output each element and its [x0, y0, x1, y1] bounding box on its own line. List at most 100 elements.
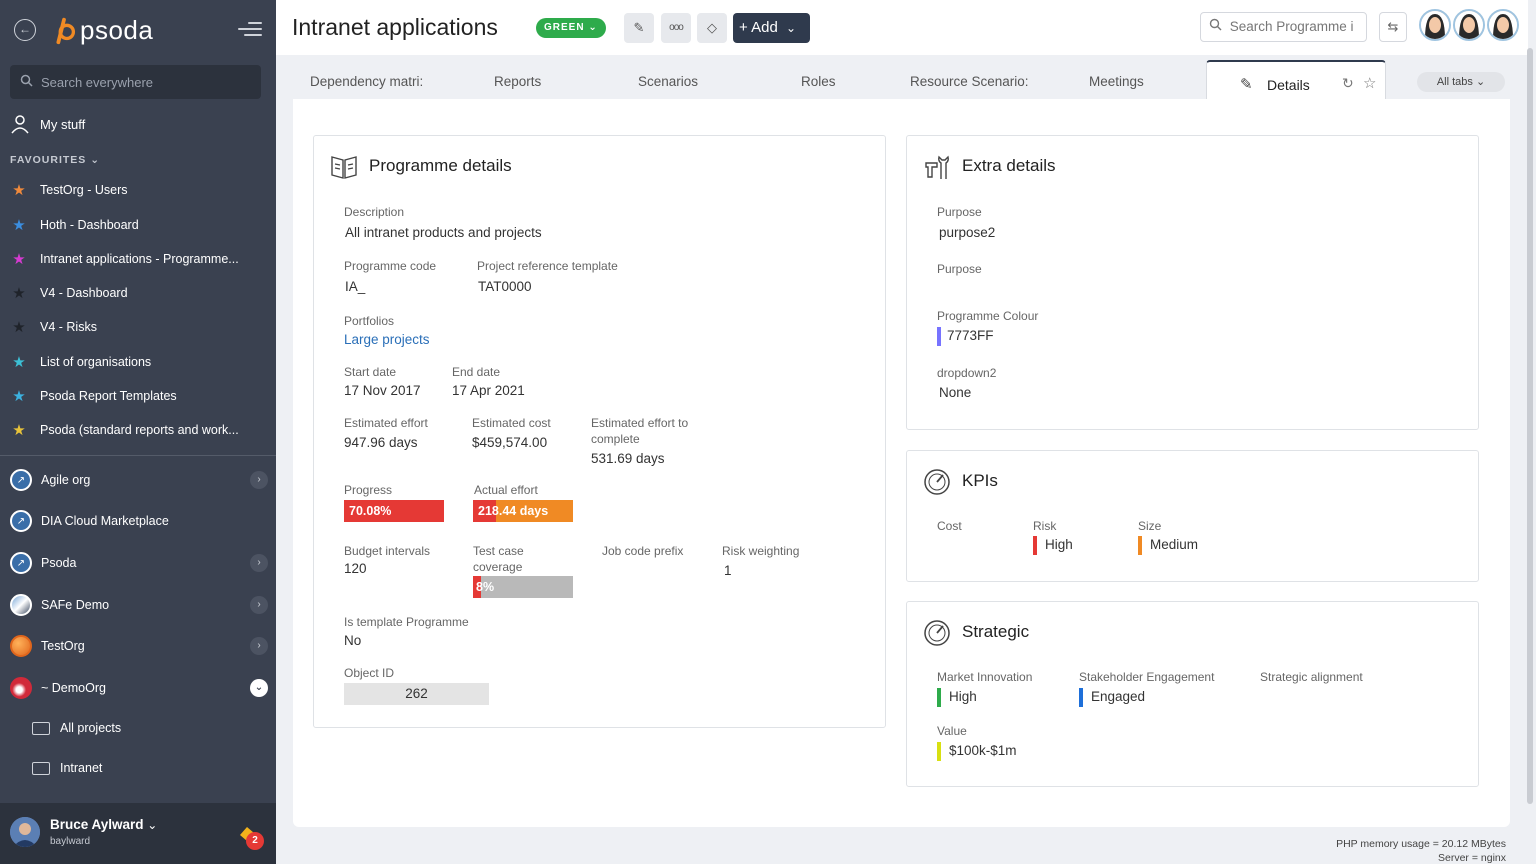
org-logo-icon — [10, 635, 32, 657]
org-item-dia[interactable]: ↗ DIA Cloud Marketplace — [10, 510, 268, 532]
favourite-item[interactable]: ★ List of organisations — [10, 353, 250, 371]
market-color-marker — [937, 688, 941, 707]
tab-scenarios[interactable]: Scenarios — [638, 74, 698, 89]
stakeholder-engagement-value: Engaged — [1079, 688, 1145, 707]
add-button[interactable]: + Add ⌄ — [733, 13, 810, 43]
tab-dependency-matrix[interactable]: Dependency matri: — [310, 74, 423, 89]
job-code-prefix-label: Job code prefix — [602, 544, 684, 558]
star-outline-icon[interactable]: ☆ — [1363, 74, 1376, 92]
chevron-right-icon[interactable]: › — [250, 471, 268, 489]
start-date-value: 17 Nov 2017 — [344, 383, 421, 398]
coverage-label: Test case coverage — [473, 544, 524, 574]
psoda-logo[interactable]: psoda — [50, 12, 153, 48]
pencil-icon: ✎ — [633, 20, 645, 35]
actual-effort-value: 218.44 days — [478, 504, 549, 518]
progress-label: Progress — [344, 483, 393, 497]
star-icon: ★ — [12, 422, 26, 439]
chevron-right-icon[interactable]: › — [250, 554, 268, 572]
programme-details-title: Programme details — [369, 156, 512, 175]
portfolios-label: Portfolios — [344, 314, 395, 328]
programme-details-panel: Programme details Description All intran… — [313, 135, 886, 728]
org-item-psoda[interactable]: ↗ Psoda › — [10, 552, 268, 574]
actual-effort-bar: 218.44 days — [473, 500, 573, 522]
favourite-item[interactable]: ★ Psoda (standard reports and work... — [10, 421, 250, 439]
sidebar-search-input[interactable]: Search everywhere — [10, 65, 261, 99]
chevron-down-icon[interactable]: ⌄ — [250, 679, 268, 697]
tab-reports[interactable]: Reports — [494, 74, 541, 89]
wrench-icon — [925, 155, 949, 179]
tab-details[interactable]: ✎ Details ↻ ☆ — [1206, 60, 1386, 100]
favourites-heading[interactable]: FAVOURITES ⌄ — [10, 154, 100, 166]
edit-button[interactable]: ✎ — [624, 13, 654, 43]
more-button[interactable]: ooo — [661, 13, 691, 43]
compass-icon: ↗ — [10, 469, 32, 491]
favourite-item[interactable]: ★ Intranet applications - Programme... — [10, 250, 250, 268]
favourite-item[interactable]: ★ TestOrg - Users — [10, 181, 250, 199]
org-item-testorg[interactable]: TestOrg › — [10, 635, 268, 657]
programme-colour-value: 7773FF — [937, 327, 994, 346]
compass-icon: ↗ — [10, 510, 32, 532]
etc-value: 531.69 days — [591, 451, 665, 466]
page-title: Intranet applications — [292, 14, 498, 40]
kpi-risk-label: Risk — [1033, 519, 1057, 533]
page-scrollbar[interactable] — [1527, 48, 1533, 804]
estimated-cost-value: $459,574.00 — [472, 435, 548, 450]
collapse-menu-icon[interactable] — [238, 22, 262, 38]
favourite-item[interactable]: ★ Psoda Report Templates — [10, 387, 250, 405]
favourite-label: Hoth - Dashboard — [40, 218, 139, 232]
org-label: SAFe Demo — [41, 598, 110, 612]
org-item-agile[interactable]: ↗ Agile org › — [10, 469, 268, 491]
sidebar-item-all-projects[interactable]: All projects — [32, 721, 121, 735]
org-label: ~ DemoOrg — [41, 681, 106, 695]
avatar[interactable] — [1487, 9, 1519, 41]
favourite-item[interactable]: ★ Hoth - Dashboard — [10, 216, 250, 234]
avatar[interactable] — [1453, 9, 1485, 41]
org-logo-icon — [10, 677, 32, 699]
tab-roles[interactable]: Roles — [801, 74, 836, 89]
chevron-right-icon[interactable]: › — [250, 637, 268, 655]
favourite-label: Psoda Report Templates — [40, 389, 177, 403]
org-item-demoorg[interactable]: ~ DemoOrg ⌄ — [10, 677, 268, 699]
tag-button[interactable]: ◇ — [697, 13, 727, 43]
user-menu[interactable]: Bruce Aylward ⌄ baylward — [0, 803, 276, 864]
switch-view-icon[interactable]: ⇆ — [1379, 12, 1407, 42]
star-icon: ★ — [12, 285, 26, 302]
tab-resource-scenarios[interactable]: Resource Scenario: — [910, 74, 1029, 89]
sidebar-divider — [0, 455, 276, 456]
end-date-value: 17 Apr 2021 — [452, 383, 525, 398]
back-icon[interactable]: ← — [14, 19, 36, 41]
add-label: Add — [751, 19, 778, 36]
value-value: $100k-$1m — [937, 742, 1017, 761]
plus-icon: + — [739, 19, 748, 36]
avatar[interactable] — [1419, 9, 1451, 41]
purpose-label: Purpose — [937, 205, 982, 219]
value-color-marker — [937, 742, 941, 761]
briefcase-icon — [32, 721, 50, 735]
org-label: TestOrg — [41, 639, 85, 653]
favourite-item[interactable]: ★ V4 - Dashboard — [10, 284, 250, 302]
portfolios-link[interactable]: Large projects — [344, 332, 430, 347]
book-icon — [331, 156, 357, 179]
object-id-value: 262 — [344, 683, 489, 705]
chevron-down-icon: ⌄ — [785, 21, 797, 35]
tab-meetings[interactable]: Meetings — [1089, 74, 1144, 89]
org-label: DIA Cloud Marketplace — [41, 514, 169, 528]
refresh-icon[interactable]: ↻ — [1342, 75, 1354, 92]
chevron-right-icon[interactable]: › — [250, 596, 268, 614]
value-label: Value — [937, 724, 967, 738]
favourite-item[interactable]: ★ V4 - Risks — [10, 318, 250, 336]
programme-search-input[interactable]: Search Programme i — [1200, 12, 1367, 42]
user-avatar — [10, 817, 40, 847]
sidebar-item-intranet[interactable]: Intranet — [32, 761, 102, 775]
search-icon — [20, 74, 33, 90]
star-icon: ★ — [12, 354, 26, 371]
org-item-safe[interactable]: SAFe Demo › — [10, 594, 268, 616]
all-tabs-dropdown[interactable]: All tabs ⌄ — [1417, 72, 1505, 92]
gauge-icon — [924, 469, 950, 495]
sidebar-item-my-stuff[interactable]: My stuff — [10, 114, 85, 134]
risk-weighting-value: 1 — [724, 563, 732, 578]
server-info-footer: PHP memory usage = 20.12 MBytes Server =… — [1290, 837, 1506, 864]
programme-code-label: Programme code — [344, 259, 437, 273]
status-badge[interactable]: GREEN ⌄ — [536, 18, 606, 38]
description-label: Description — [344, 205, 405, 219]
